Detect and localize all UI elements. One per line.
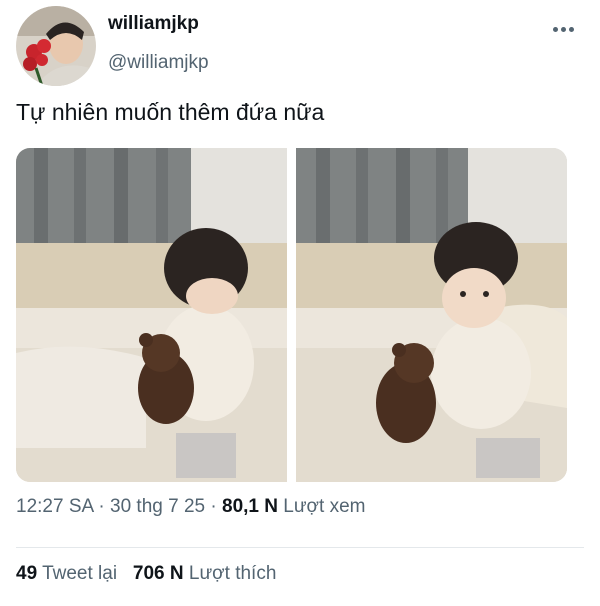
tweet-time[interactable]: 12:27 SA — [16, 496, 93, 517]
retweets-count: 49 — [16, 563, 38, 584]
avatar-image — [16, 6, 96, 86]
retweets-stat[interactable]: 49 Tweet lại — [16, 563, 122, 584]
tweet-photo-1[interactable] — [16, 148, 287, 482]
meta-separator: · — [210, 496, 217, 517]
tweet-text: Tự nhiên muốn thêm đứa nữa — [16, 99, 325, 125]
tweet-stats: 49 Tweet lại 706 N Lượt thích — [16, 563, 276, 585]
tweet-photo-2[interactable] — [296, 148, 567, 482]
meta-separator: · — [98, 496, 105, 517]
avatar[interactable] — [16, 6, 96, 86]
author-name[interactable]: williamjkp — [108, 13, 199, 35]
more-options-button[interactable] — [553, 23, 579, 35]
more-dots-icon — [553, 26, 558, 32]
likes-label: Lượt thích — [188, 563, 277, 584]
tweet-date[interactable]: 30 thg 7 25 — [110, 496, 205, 517]
views-count: 80,1 N — [222, 496, 278, 517]
author-handle[interactable]: @williamjkp — [108, 52, 209, 74]
tweet-meta: 12:27 SA · 30 thg 7 25 · 80,1 N Lượt xem — [16, 496, 365, 518]
retweets-label: Tweet lại — [42, 563, 118, 584]
divider — [16, 547, 584, 548]
likes-count: 706 N — [132, 563, 184, 584]
likes-stat[interactable]: 706 N Lượt thích — [133, 563, 276, 584]
views-label: Lượt xem — [283, 496, 366, 517]
